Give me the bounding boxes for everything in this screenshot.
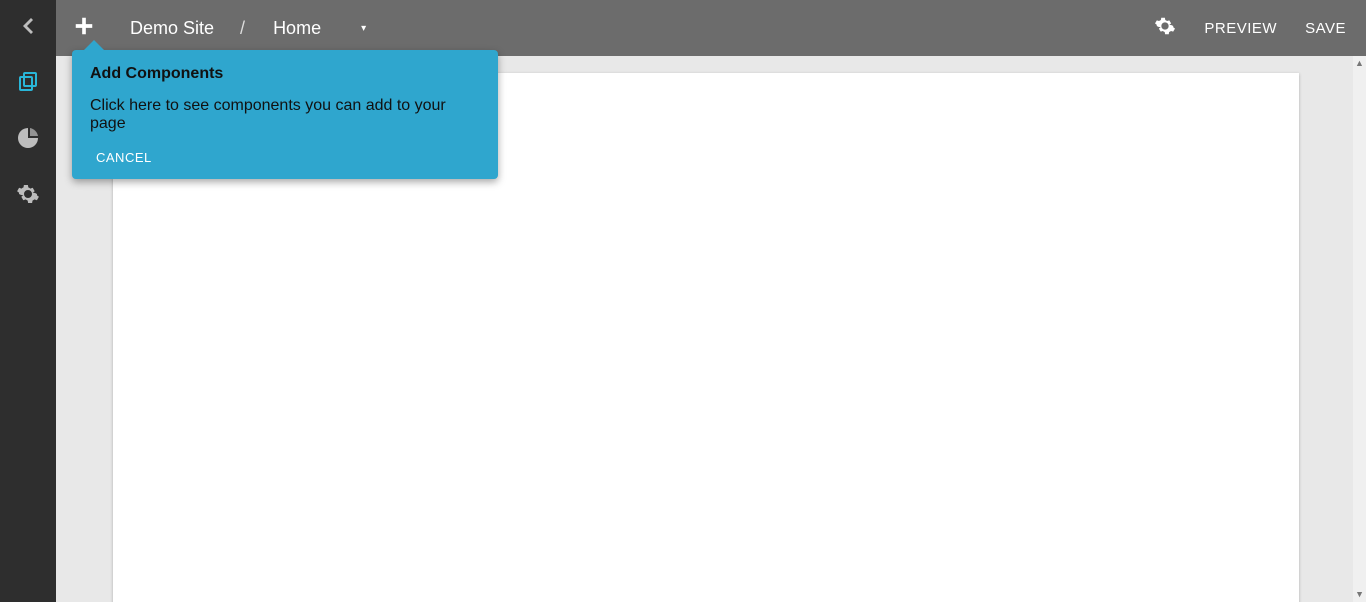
scroll-down-arrow[interactable]: ▲ <box>1353 589 1366 602</box>
gear-icon <box>16 182 40 211</box>
save-button[interactable]: SAVE <box>1305 20 1346 37</box>
arrow-left-icon <box>16 14 40 43</box>
page-name-label: Home <box>273 18 321 39</box>
plus-icon <box>73 15 95 42</box>
site-name[interactable]: Demo Site <box>112 18 232 39</box>
breadcrumb-separator: / <box>232 18 253 39</box>
sidebar-item-settings[interactable] <box>0 168 56 224</box>
scroll-up-arrow[interactable]: ▲ <box>1353 56 1366 69</box>
page-selector[interactable]: Home ▾ <box>253 18 386 39</box>
topbar: Demo Site / Home ▾ PREVIEW SAVE <box>56 0 1366 56</box>
vertical-scrollbar[interactable]: ▲ ▲ <box>1353 56 1366 602</box>
sidebar-item-stats[interactable] <box>0 112 56 168</box>
topbar-right: PREVIEW SAVE <box>1154 15 1366 42</box>
add-components-popover: Add Components Click here to see compone… <box>72 50 498 179</box>
sidebar <box>0 0 56 602</box>
preview-button[interactable]: PREVIEW <box>1204 20 1277 37</box>
page-settings-button[interactable] <box>1154 15 1176 42</box>
gear-icon <box>1154 15 1176 42</box>
topbar-left: Demo Site / Home ▾ <box>56 0 386 56</box>
pie-chart-icon <box>16 126 40 155</box>
chevron-down-icon: ▾ <box>361 23 366 34</box>
back-button[interactable] <box>0 0 56 56</box>
copy-icon <box>16 70 40 99</box>
popover-body: Click here to see components you can add… <box>90 97 480 133</box>
sidebar-item-pages[interactable] <box>0 56 56 112</box>
popover-cancel-button[interactable]: CANCEL <box>90 148 158 167</box>
popover-title: Add Components <box>90 65 480 83</box>
